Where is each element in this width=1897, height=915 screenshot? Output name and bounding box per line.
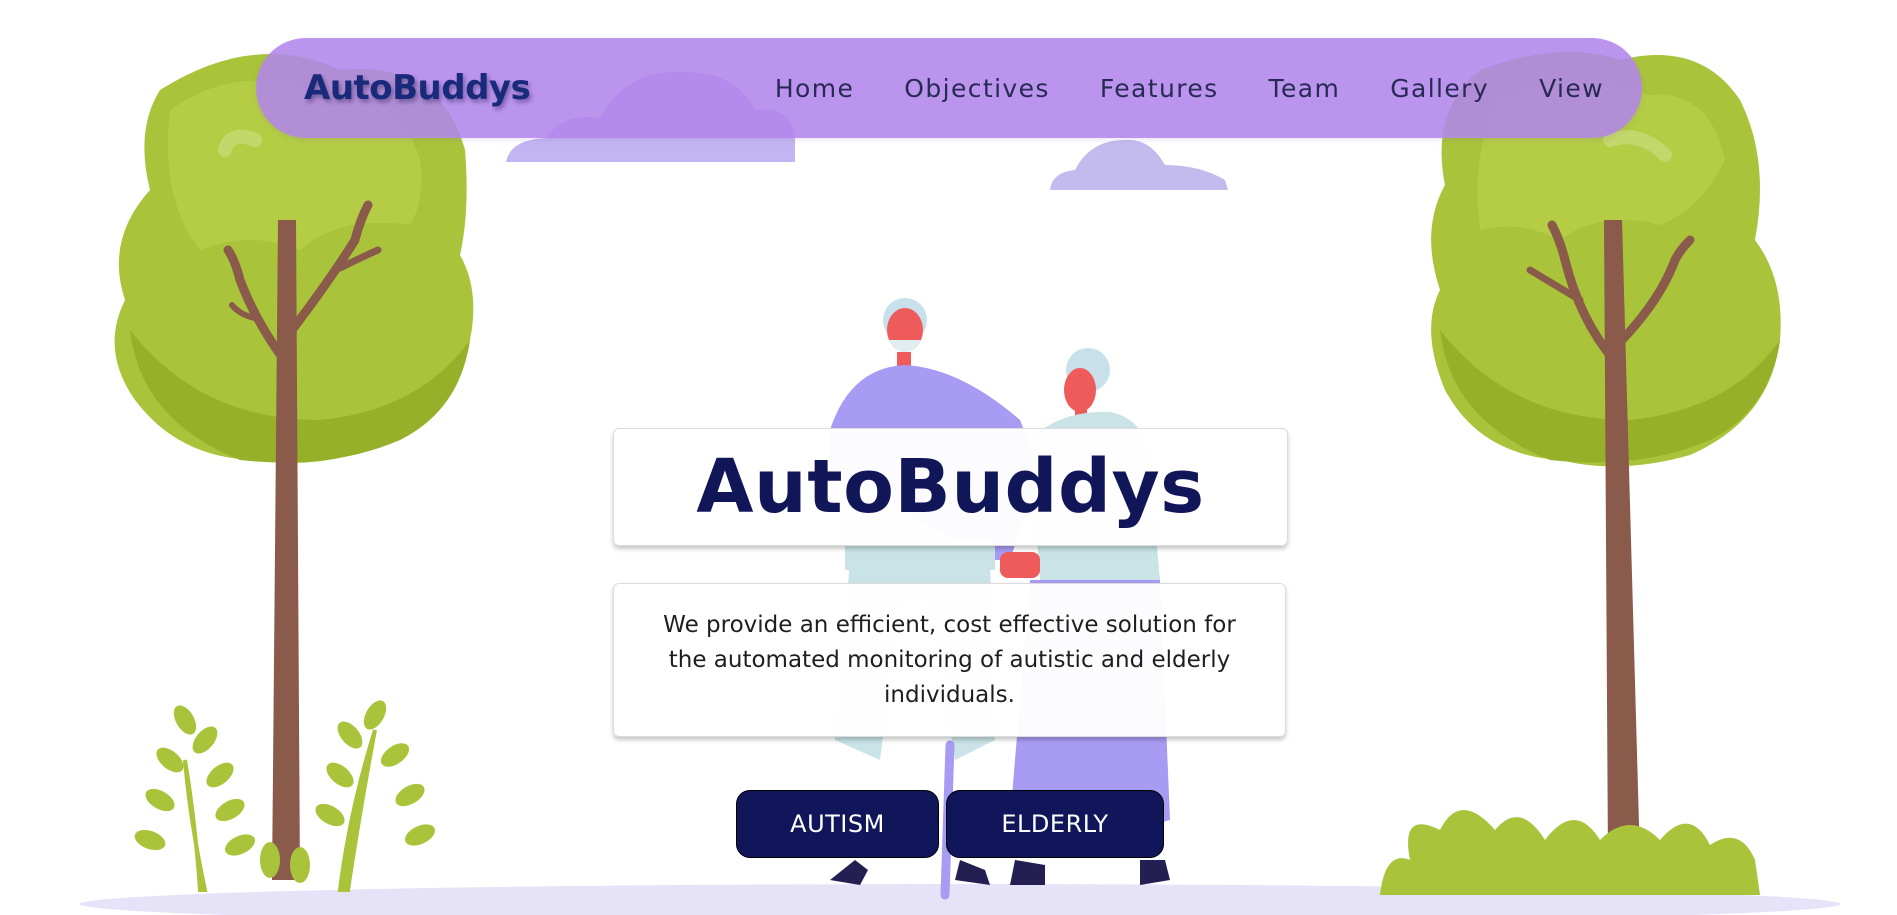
nav-link-view[interactable]: View (1514, 74, 1604, 103)
logo[interactable]: AutoBuddys (304, 56, 531, 120)
nav-links: Home Objectives Features Team Gallery Vi… (750, 38, 1604, 138)
hero-title: AutoBuddys (696, 444, 1205, 530)
page: AutoBuddys Home Objectives Features Team… (0, 0, 1897, 915)
title-card: AutoBuddys (613, 428, 1288, 546)
tree-right (1431, 52, 1781, 860)
navbar: AutoBuddys Home Objectives Features Team… (256, 38, 1642, 138)
autism-button[interactable]: AUTISM (736, 790, 939, 858)
elderly-button[interactable]: ELDERLY (946, 790, 1164, 858)
nav-link-team[interactable]: Team (1244, 74, 1366, 103)
nav-link-home[interactable]: Home (750, 74, 879, 103)
nav-link-features[interactable]: Features (1075, 74, 1244, 103)
hero-description: We provide an efficient, cost effective … (663, 611, 1236, 708)
logo-text: AutoBuddys (304, 68, 531, 108)
nav-link-objectives[interactable]: Objectives (879, 74, 1075, 103)
description-card: We provide an efficient, cost effective … (613, 583, 1286, 737)
bush-right (1380, 810, 1760, 895)
cloud-right (1050, 139, 1228, 190)
nav-link-gallery[interactable]: Gallery (1365, 74, 1514, 103)
